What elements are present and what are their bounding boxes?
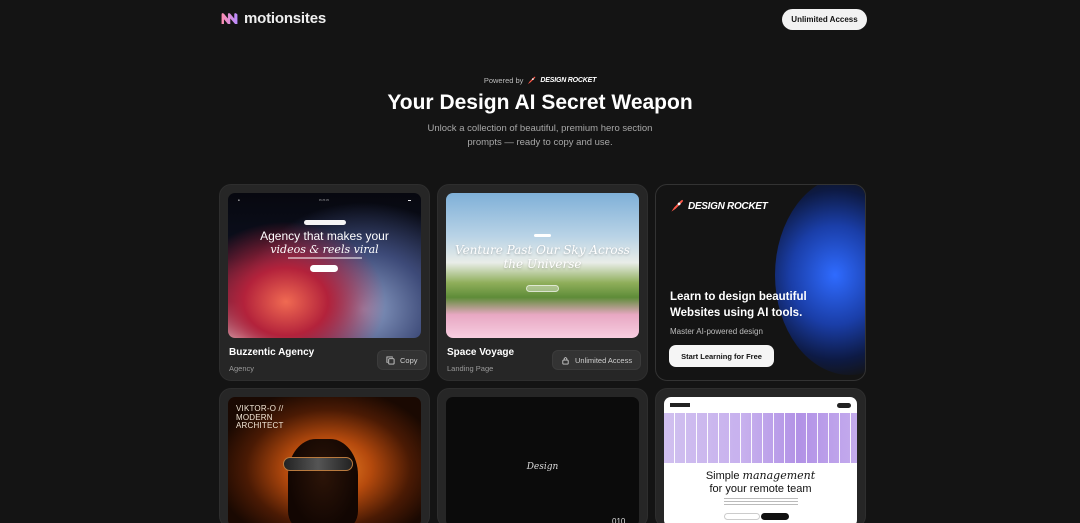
preview-pill xyxy=(304,220,346,225)
logo-text: motionsites xyxy=(244,10,326,27)
powered-by-brand[interactable]: DESIGN ROCKET xyxy=(540,77,596,84)
promo-heading: Learn to design beautiful Websites using… xyxy=(670,291,807,319)
preview-headline: Design xyxy=(526,462,559,472)
rocket-icon xyxy=(528,76,536,85)
preview-headline-italic: management xyxy=(742,469,816,482)
promo-subheading: Master AI-powered design xyxy=(670,327,763,336)
preview-subtext xyxy=(724,498,798,506)
preview-portrait xyxy=(288,439,358,523)
site-logo[interactable]: motionsites xyxy=(220,10,326,27)
unlimited-access-card-button[interactable]: Unlimited Access xyxy=(552,350,642,370)
preview-headline: Venture Past Our Sky Across the Universe xyxy=(455,243,630,271)
powered-by-label: Powered by xyxy=(483,76,524,85)
preview-headline: Agency that makes your videos & reels vi… xyxy=(228,229,421,257)
template-preview-image[interactable]: Simple management for your remote team xyxy=(664,397,857,523)
preview-headline-text: Agency that makes your xyxy=(260,229,389,243)
template-preview-image[interactable]: ● ▭ ▭ ▭ ▬ Agency that makes your videos & … xyxy=(228,193,421,338)
preview-button xyxy=(526,285,559,292)
template-card-space-voyage[interactable]: Venture Past Our Sky Across the Universe… xyxy=(437,184,648,381)
page: motionsites Unlimited Access Powered by … xyxy=(0,0,1080,523)
preview-nav: ● ▭ ▭ ▭ ▬ xyxy=(238,198,411,202)
preview-nav xyxy=(670,402,851,408)
preview-input xyxy=(724,513,760,520)
design-rocket-promo-card: DESIGN ROCKET Learn to design beautiful … xyxy=(655,184,866,381)
lock-icon xyxy=(562,356,569,365)
promo-glow xyxy=(775,185,865,375)
hero-title: Your Design AI Secret Weapon xyxy=(387,91,693,114)
preview-number: 010 xyxy=(612,517,626,523)
logo-mark-icon xyxy=(221,13,238,25)
copy-button-label: Copy xyxy=(400,355,418,365)
start-learning-button[interactable]: Start Learning for Free xyxy=(669,345,774,367)
rocket-icon xyxy=(671,199,684,212)
template-card-design[interactable]: Design 010 xyxy=(437,388,648,523)
template-preview-image[interactable]: VIKTOR-O // MODERN ARCHITECT xyxy=(228,397,421,523)
preview-button xyxy=(761,513,789,520)
copy-button[interactable]: Copy xyxy=(377,350,427,370)
promo-brand-text: DESIGN ROCKET xyxy=(688,200,768,212)
copy-icon xyxy=(386,355,395,365)
preview-pill xyxy=(534,234,551,237)
card-title: Buzzentic Agency xyxy=(229,347,315,358)
preview-subtext xyxy=(288,257,362,259)
preview-headline-line2: for your remote team xyxy=(709,483,812,495)
preview-pattern xyxy=(664,413,857,463)
template-card-remote-team[interactable]: Simple management for your remote team xyxy=(655,388,866,523)
unlimited-access-button[interactable]: Unlimited Access xyxy=(782,9,867,30)
promo-brand: DESIGN ROCKET xyxy=(670,199,768,213)
template-card-buzzentic[interactable]: ● ▭ ▭ ▭ ▬ Agency that makes your videos & … xyxy=(219,184,430,381)
preview-headline: VIKTOR-O // MODERN ARCHITECT xyxy=(236,404,284,430)
template-preview-image[interactable]: Venture Past Our Sky Across the Universe xyxy=(446,193,639,338)
card-title: Space Voyage xyxy=(447,347,515,358)
preview-headline-italic: videos & reels viral xyxy=(270,243,379,256)
powered-by: Powered by DESIGN ROCKET xyxy=(0,76,1080,85)
preview-button xyxy=(310,265,338,272)
card-category: Landing Page xyxy=(447,364,494,373)
preview-headline: Simple management for your remote team xyxy=(664,469,857,496)
template-preview-image[interactable]: Design 010 xyxy=(446,397,639,523)
preview-visor xyxy=(283,457,353,471)
preview-headline-text: Simple xyxy=(705,470,740,482)
unlimited-access-card-label: Unlimited Access xyxy=(575,355,633,365)
card-category: Agency xyxy=(229,364,255,373)
template-card-architect[interactable]: VIKTOR-O // MODERN ARCHITECT xyxy=(219,388,430,523)
hero-subtitle: Unlock a collection of beautiful, premiu… xyxy=(427,123,653,148)
